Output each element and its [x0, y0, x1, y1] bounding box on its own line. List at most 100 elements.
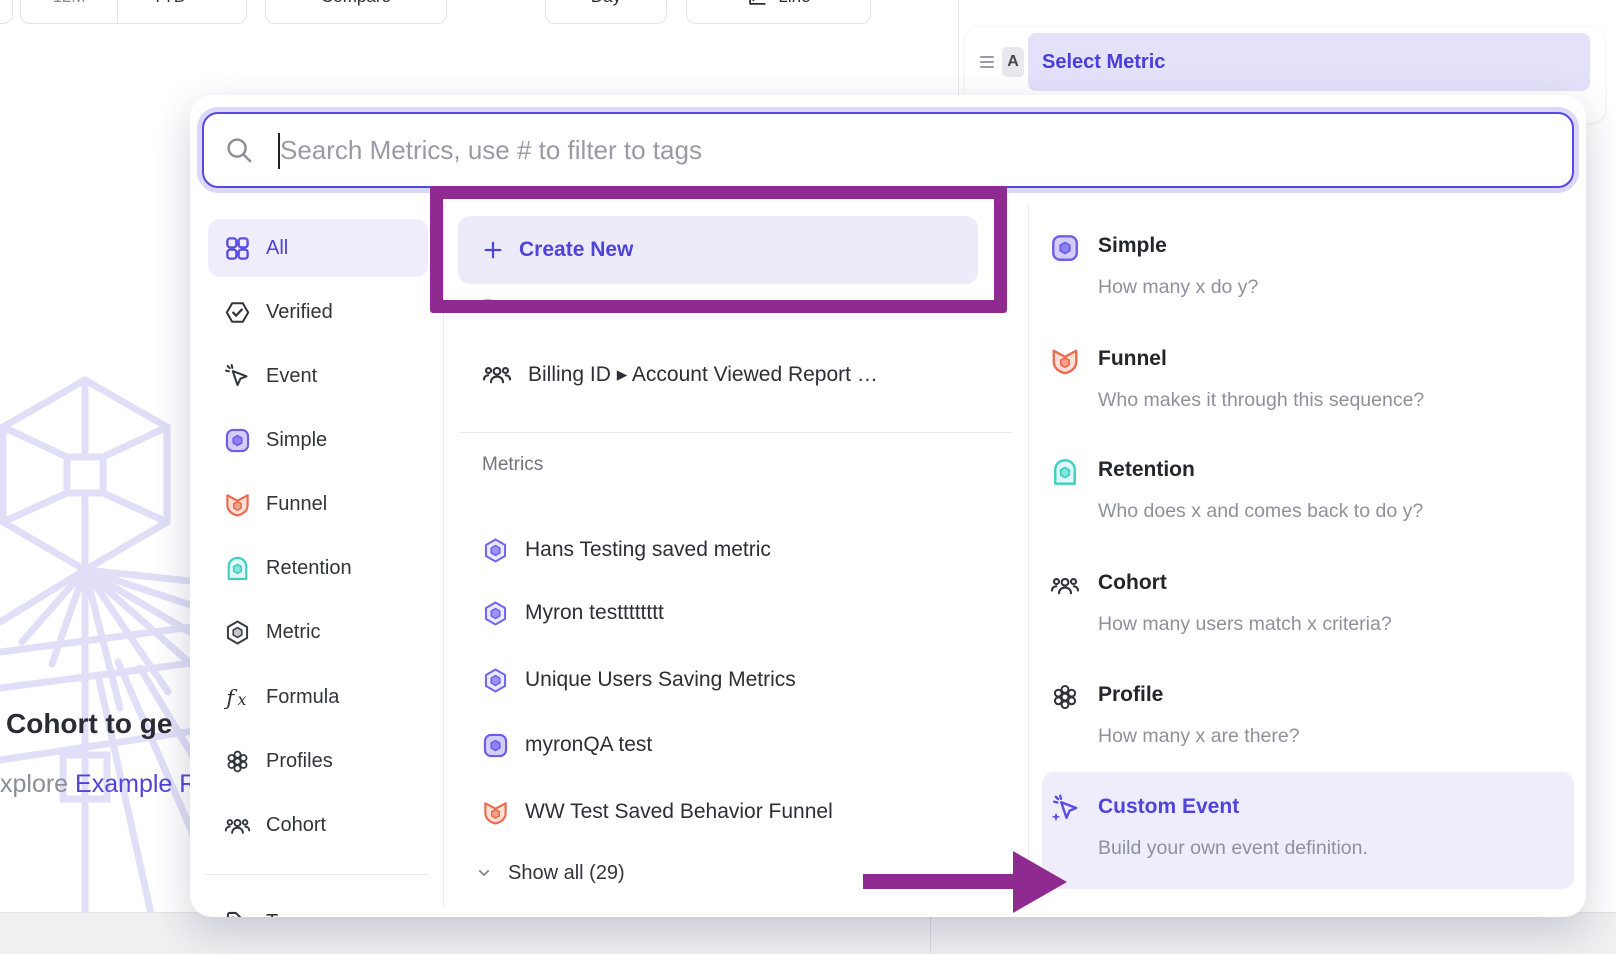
line-chart-icon [746, 0, 768, 8]
saved-metric-icon [482, 667, 509, 694]
type-description: Who makes it through this sequence? [1098, 388, 1424, 412]
range-12m-label: 12M [52, 0, 85, 7]
cohort-people-icon [482, 359, 512, 389]
select-metric-chip[interactable]: Select Metric [1028, 33, 1590, 91]
sidebar-item-event[interactable]: Event [208, 347, 428, 405]
type-description: Who does x and comes back to do y? [1098, 499, 1423, 523]
tag-icon [224, 909, 251, 918]
chart-type-line-button[interactable]: Line [686, 0, 871, 24]
compare-button[interactable]: Compare [265, 0, 447, 24]
select-metric-label: Select Metric [1042, 51, 1165, 74]
sidebar-divider [443, 203, 444, 907]
chart-type-line-label: Line [778, 0, 810, 7]
simple-icon [224, 427, 251, 454]
sidebar-item-verified[interactable]: Verified [208, 283, 428, 341]
sidebar-item-profiles[interactable]: Profiles [208, 732, 428, 790]
type-title: Retention [1098, 457, 1423, 483]
type-option-simple[interactable]: Simple How many x do y? [1050, 233, 1570, 299]
example-reports-link[interactable]: Example R [75, 770, 190, 798]
sidebar-item-all[interactable]: All [208, 219, 428, 277]
metric-item-label: myronQA test [525, 733, 652, 757]
chevron-down-icon [192, 0, 212, 7]
type-title: Simple [1098, 233, 1258, 259]
all-grid-icon [224, 235, 251, 262]
sidebar-item-funnel[interactable]: Funnel [208, 475, 428, 533]
search-bar [202, 112, 1574, 188]
metrics-header: Metrics [482, 454, 543, 476]
sidebar-item-simple[interactable]: Simple [208, 411, 428, 469]
interval-day-button[interactable]: Day [545, 0, 667, 24]
text-caret [278, 133, 280, 169]
recents-metrics-divider [458, 432, 1012, 433]
funnel-icon [482, 799, 509, 826]
sidebar-item-label: Funnel [266, 493, 327, 516]
metric-item-label: Unique Users Saving Metrics [525, 668, 796, 692]
sidebar-item-label: Cohort [266, 814, 326, 837]
range-ytd-label: YTD [152, 0, 186, 7]
range-12m-button[interactable]: 12M [21, 0, 117, 23]
type-description: How many users match x criteria? [1098, 612, 1392, 636]
metric-list-item[interactable]: Unique Users Saving Metrics [482, 655, 1012, 705]
metric-list-item[interactable]: Myron testttttttt [482, 588, 1012, 638]
toolbar-partial-button[interactable] [0, 0, 13, 24]
formula-fx-icon [224, 684, 251, 711]
interval-day-label: Day [591, 0, 621, 7]
metrics-picker-screen: Cohort to ge xplore Example R 12M YTD Co… [0, 0, 1616, 954]
type-option-cohort[interactable]: Cohort How many users match x criteria? [1050, 570, 1570, 636]
type-option-funnel[interactable]: Funnel Who makes it through this sequenc… [1050, 346, 1570, 412]
cohort-people-icon [1050, 570, 1080, 600]
show-all-label: Show all (29) [508, 862, 625, 885]
create-new-button[interactable]: Create New [458, 216, 978, 284]
type-option-custom-event[interactable]: Custom Event Build your own event defini… [1050, 794, 1570, 860]
column-divider [1028, 203, 1029, 907]
sidebar-item-label: Formula [266, 686, 339, 709]
profiles-cluster-icon [1050, 682, 1080, 712]
type-option-profile[interactable]: Profile How many x are there? [1050, 682, 1570, 748]
profiles-cluster-icon [224, 748, 251, 775]
recent-item-row[interactable]: Billing ID ▸ Account Viewed Report … [482, 349, 1012, 399]
empty-state-explore-line: xplore Example R [0, 770, 190, 799]
type-description: How many x do y? [1098, 275, 1258, 299]
funnel-icon [1050, 346, 1080, 376]
verified-badge-icon [224, 299, 251, 326]
metric-item-label: Hans Testing saved metric [525, 538, 771, 562]
retention-icon [1050, 457, 1080, 487]
sidebar-item-label: All [266, 237, 288, 260]
search-icon [224, 135, 254, 165]
bottom-strip [0, 912, 1616, 954]
type-title: Profile [1098, 682, 1300, 708]
panel-divider-bottom [930, 912, 931, 954]
metric-list-item[interactable]: Hans Testing saved metric [482, 525, 1012, 575]
type-description: Build your own event definition. [1098, 836, 1368, 860]
recent-item-label: Billing ID ▸ Account Viewed Report … [528, 362, 878, 387]
sidebar-item-retention[interactable]: Retention [208, 539, 428, 597]
compare-label: Compare [321, 0, 391, 7]
sidebar-item-label: Verified [266, 301, 333, 324]
range-ytd-button[interactable]: YTD [117, 0, 246, 23]
series-letter-badge: A [1002, 47, 1024, 77]
create-new-label: Create New [519, 238, 633, 262]
sidebar-item-label: Metric [266, 621, 320, 644]
sidebar-item-label: T [266, 911, 278, 918]
drag-handle-icon[interactable] [980, 56, 994, 68]
retention-icon [224, 555, 251, 582]
metric-list-item[interactable]: myronQA test [482, 720, 1012, 770]
type-title: Custom Event [1098, 794, 1368, 820]
metric-hexagon-icon [224, 619, 251, 646]
metric-picker-panel: All Verified Event Simple Funnel Retenti… [190, 95, 1586, 917]
type-option-retention[interactable]: Retention Who does x and comes back to d… [1050, 457, 1570, 523]
metric-item-label: WW Test Saved Behavior Funnel [525, 800, 833, 824]
event-cursor-icon [224, 363, 251, 390]
sidebar-section-divider [205, 874, 428, 875]
sidebar-item-cohort[interactable]: Cohort [208, 796, 428, 854]
simple-icon [482, 732, 509, 759]
metric-list-item[interactable]: WW Test Saved Behavior Funnel [482, 787, 1012, 837]
sidebar-item-clipped[interactable]: T [208, 893, 428, 917]
explore-text-fragment: xplore [0, 770, 68, 798]
metric-item-label: Myron testttttttt [525, 601, 664, 625]
search-input[interactable] [266, 134, 1552, 167]
sidebar-item-formula[interactable]: Formula [208, 668, 428, 726]
saved-metric-icon [482, 537, 509, 564]
sidebar-item-metric[interactable]: Metric [208, 603, 428, 661]
show-all-button[interactable]: Show all (29) [474, 853, 625, 893]
